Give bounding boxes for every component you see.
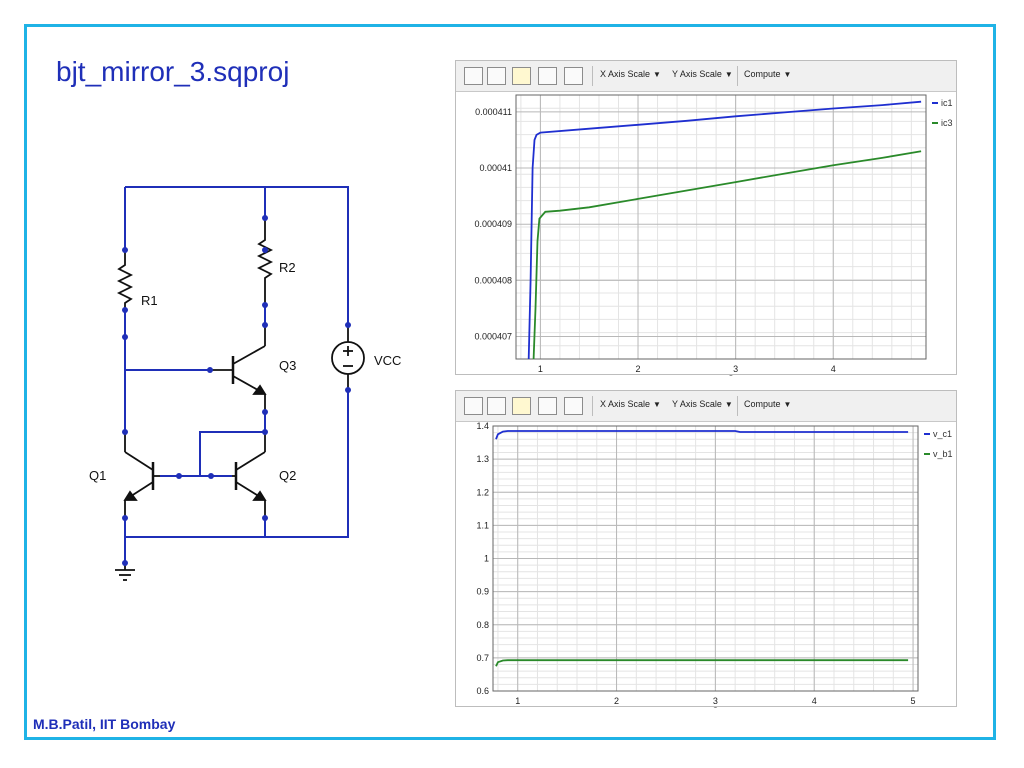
x-tick-label: 2: [636, 364, 641, 374]
compute-label: Compute: [744, 399, 781, 409]
series-line-ic3: [532, 150, 922, 360]
horizontal-grid-button[interactable]: [464, 67, 483, 85]
label-abc-button[interactable]: [512, 67, 531, 85]
plot-toolbar-bottom: X Axis Scale ▼ Y Axis Scale ▼ Compute ▼: [456, 391, 956, 422]
vertical-grid-button[interactable]: [487, 397, 506, 415]
y-tick-label: 0.7: [476, 653, 489, 663]
y-tick-label: 1: [484, 554, 489, 564]
junction-dots: [122, 215, 351, 566]
y-tick-label: 0.9: [476, 587, 489, 597]
y-tick-label: 0.00041: [479, 163, 512, 173]
x-tick-label: 1: [538, 364, 543, 374]
x-axis-scale-label: X Axis Scale: [600, 69, 651, 79]
axis-abc-button[interactable]: [538, 67, 557, 85]
x-axis-scale-label: X Axis Scale: [600, 399, 651, 409]
x-axis-scale-menu[interactable]: X Axis Scale ▼: [600, 399, 661, 409]
series-line-ic1: [527, 100, 922, 360]
x-axis-scale-menu[interactable]: X Axis Scale ▼: [600, 69, 661, 79]
x-tick-label: 5: [911, 696, 916, 706]
legend-label-v_b1: v_b1: [933, 449, 953, 459]
y-axis-scale-label: Y Axis Scale: [672, 69, 722, 79]
compute-menu[interactable]: Compute ▼: [744, 399, 791, 409]
resistor-r1-icon: [116, 250, 134, 310]
x-axis-label: v_c3: [708, 373, 735, 376]
plot-toolbar-top: X Axis Scale ▼ Y Axis Scale ▼ Compute ▼: [456, 61, 956, 92]
toolbar-separator: [737, 66, 738, 86]
chevron-down-icon: ▼: [653, 400, 661, 409]
chart-vc1-vb1-vs-vc3[interactable]: 0.60.70.80.911.11.21.31.412345v_c3v_c1v_…: [456, 421, 958, 708]
y-tick-label: 0.000411: [475, 107, 512, 117]
series-line-v_b1: [495, 659, 909, 667]
plot-panel-top: X Axis Scale ▼ Y Axis Scale ▼ Compute ▼ 0.0…: [455, 60, 958, 376]
chevron-down-icon: ▼: [653, 70, 661, 79]
circuit-wires: [124, 186, 349, 563]
toolbar-separator: [592, 66, 593, 86]
label-q1: Q1: [89, 468, 106, 483]
chevron-down-icon: ▼: [783, 400, 792, 409]
transistor-q2-icon: [232, 432, 267, 518]
y-axis-scale-menu[interactable]: Y Axis Scale ▼: [672, 399, 733, 409]
y-tick-label: 1.2: [476, 487, 489, 497]
chevron-down-icon: ▼: [724, 70, 733, 79]
label-r1: R1: [141, 293, 158, 308]
chevron-down-icon: ▼: [783, 70, 792, 79]
vcc-source-icon: [331, 325, 365, 390]
x-tick-label: 4: [831, 364, 836, 374]
label-q3: Q3: [279, 358, 296, 373]
transistor-q3-icon: [210, 325, 267, 412]
y-tick-label: 1.3: [476, 454, 489, 464]
plot-panel-bottom: X Axis Scale ▼ Y Axis Scale ▼ Compute ▼ 0.6…: [455, 390, 958, 708]
y-tick-label: 0.6: [476, 686, 489, 696]
y-axis-scale-label: Y Axis Scale: [672, 399, 722, 409]
y-tick-label: 0.000408: [474, 275, 512, 285]
x-axis-label: v_c3: [692, 705, 719, 708]
compute-menu[interactable]: Compute ▼: [744, 69, 791, 79]
chart-ic-vs-vc3[interactable]: 0.000407 0.000408 0.000409 0.00041 0.000411 1…: [456, 91, 958, 376]
y-tick-label: 0.000407: [474, 332, 512, 342]
resistor-r2-icon: [256, 218, 274, 305]
label-abc-button[interactable]: [512, 397, 531, 415]
q2-diode-wire: [199, 431, 265, 476]
legend-label-ic1: ic1: [941, 98, 953, 108]
transistor-q1-icon: [123, 432, 160, 518]
toolbar-separator: [592, 396, 593, 416]
legend-label-ic3: ic3: [941, 118, 953, 128]
label-vcc: VCC: [374, 353, 401, 368]
y-tick-label: 1.4: [476, 421, 489, 431]
label-q2: Q2: [279, 468, 296, 483]
vertical-grid-button[interactable]: [487, 67, 506, 85]
legend-button[interactable]: [564, 67, 583, 85]
legend-label-v_c1: v_c1: [933, 429, 952, 439]
axis-abc-button[interactable]: [538, 397, 557, 415]
x-tick-label: 4: [812, 696, 817, 706]
compute-label: Compute: [744, 69, 781, 79]
chevron-down-icon: ▼: [724, 400, 733, 409]
y-tick-label: 1.1: [476, 520, 489, 530]
label-r2: R2: [279, 260, 296, 275]
y-tick-label: 0.000409: [474, 219, 512, 229]
x-tick-label: 2: [614, 696, 619, 706]
top-rail-wire: [125, 186, 349, 325]
x-tick-label: 1: [515, 696, 520, 706]
legend-button[interactable]: [564, 397, 583, 415]
toolbar-separator: [737, 396, 738, 416]
horizontal-grid-button[interactable]: [464, 397, 483, 415]
y-tick-label: 0.8: [476, 620, 489, 630]
y-axis-scale-menu[interactable]: Y Axis Scale ▼: [672, 69, 733, 79]
